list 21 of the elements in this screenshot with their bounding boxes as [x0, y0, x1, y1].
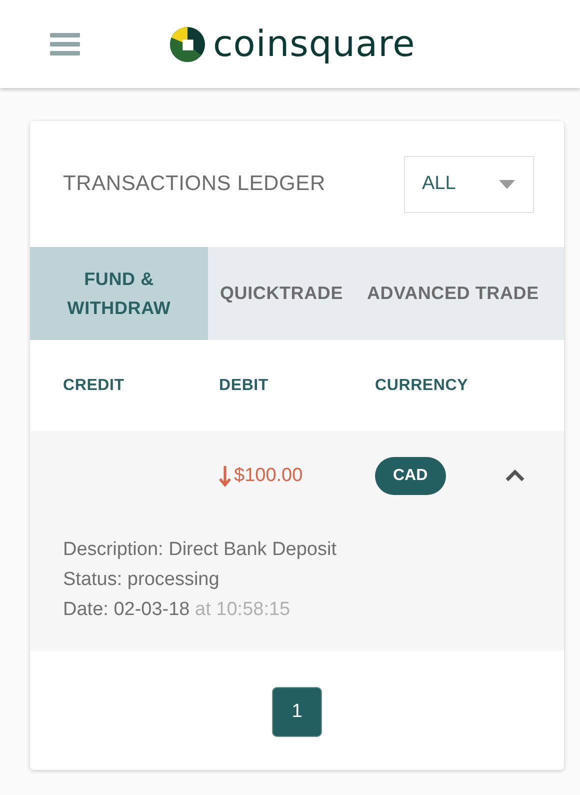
tab[interactable]: FUND & WITHDRAW — [30, 247, 208, 340]
logo-icon — [170, 26, 205, 62]
currency-badge: CAD — [375, 457, 446, 495]
column-header: CREDIT — [63, 376, 124, 394]
time-text: at 10:58:15 — [195, 599, 290, 620]
description-text: Description: Direct Bank Deposit — [63, 539, 336, 560]
tab[interactable]: QUICKTRADE — [208, 247, 355, 340]
ledger-title: TRANSACTIONS LEDGER — [63, 172, 326, 196]
arrow-down-icon — [219, 465, 231, 487]
tab[interactable]: ADVANCED TRADE — [355, 247, 551, 340]
page-button[interactable]: 1 — [272, 687, 322, 737]
caret-icon — [499, 180, 515, 188]
chevron-up-icon[interactable] — [505, 468, 525, 484]
column-header: CURRENCY — [375, 376, 468, 394]
debit-amount: $100.00 — [234, 465, 303, 487]
date-text: Date: 02-03-18 — [63, 599, 190, 620]
filter-dropdown[interactable]: ALL — [404, 156, 534, 212]
menu-icon[interactable] — [50, 31, 80, 57]
status-text: Status: processing — [63, 569, 220, 590]
column-header: DEBIT — [219, 376, 268, 394]
logo-text: coinsquare — [213, 24, 416, 64]
